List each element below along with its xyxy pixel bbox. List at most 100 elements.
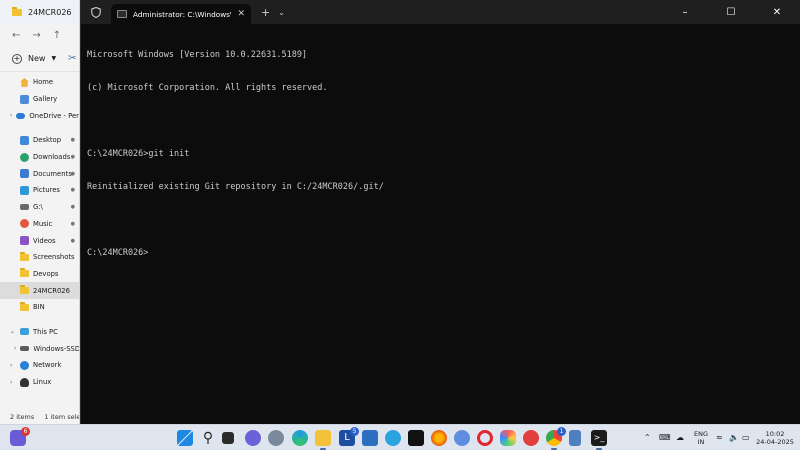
- nav-item-music[interactable]: Music ●: [0, 216, 79, 233]
- chrome-icon[interactable]: 1: [546, 427, 566, 450]
- gallery-icon: [20, 94, 29, 104]
- teams-chat-icon[interactable]: [245, 430, 261, 446]
- folder-icon: [20, 301, 29, 311]
- nav-item-bin[interactable]: BIN: [0, 299, 79, 316]
- tab-administrator[interactable]: Administrator: C:\Windows\Sy ✕: [111, 4, 251, 24]
- opera-icon[interactable]: [477, 430, 493, 446]
- folder-icon: [12, 6, 22, 16]
- chevron-down-icon[interactable]: ⌄: [10, 328, 16, 335]
- selection-count: 1 item selecte: [44, 413, 79, 421]
- telegram-icon[interactable]: [385, 430, 401, 446]
- nav-item-label: Screenshots: [33, 253, 75, 262]
- nav-item-label: Music: [33, 219, 53, 228]
- nav-item-desktop[interactable]: Desktop ●: [0, 132, 79, 149]
- firefox-icon[interactable]: [431, 430, 447, 446]
- nav-item-onedrive[interactable]: › OneDrive - Perso: [0, 107, 79, 124]
- nav-item-label: Documents: [33, 169, 72, 178]
- folder-icon: [20, 268, 29, 278]
- clock-time: 10:02: [765, 430, 785, 438]
- widgets-icon[interactable]: 6: [10, 427, 30, 446]
- app-badge: 5: [350, 427, 359, 436]
- copilot-icon[interactable]: [454, 430, 470, 446]
- minimize-icon[interactable]: –: [662, 0, 708, 24]
- clock-date: 24-04-2025: [756, 438, 794, 446]
- nav-item-home[interactable]: Home: [0, 74, 79, 91]
- up-arrow-icon[interactable]: ↑: [53, 30, 61, 41]
- nav-item-documents[interactable]: Documents ●: [0, 165, 79, 182]
- pin-icon: ●: [70, 204, 75, 211]
- wifi-icon[interactable]: ≈: [716, 433, 723, 442]
- wps-office-icon[interactable]: [523, 430, 539, 446]
- close-tab-icon[interactable]: ✕: [237, 9, 245, 19]
- show-hidden-icons-chevron-icon[interactable]: ⌃: [644, 433, 651, 442]
- nav-item-linux[interactable]: › Linux: [0, 374, 79, 391]
- chevron-right-icon[interactable]: ›: [10, 112, 12, 119]
- explorer-nav-buttons: ← → ↑: [0, 24, 79, 46]
- chevron-down-icon[interactable]: ▼: [51, 55, 56, 62]
- nav-item-24mcr026[interactable]: 24MCR026: [0, 282, 79, 299]
- epic-games-icon[interactable]: [408, 430, 424, 446]
- admin-shield-icon[interactable]: [87, 3, 105, 21]
- nav-item-label: Network: [33, 361, 62, 370]
- explorer-titlebar[interactable]: 24MCR026: [0, 0, 79, 24]
- taskbar: 6 ⚲ L 5 1 >_ ⌃ ⌨ ☁ ENG IN ≈ 🔈 ▭ 10:02 24…: [0, 424, 800, 450]
- pin-icon: ●: [70, 220, 75, 227]
- l-app-icon[interactable]: L 5: [339, 427, 359, 446]
- terminal-icon: [117, 10, 127, 18]
- chevron-right-icon[interactable]: ›: [10, 362, 16, 369]
- store-icon[interactable]: [362, 430, 378, 446]
- pin-icon: ●: [70, 170, 75, 177]
- nav-item-devops[interactable]: Devops: [0, 266, 79, 283]
- nav-item-gallery[interactable]: Gallery: [0, 91, 79, 108]
- nav-item-pictures[interactable]: Pictures ●: [0, 182, 79, 199]
- language-region: IN: [697, 438, 705, 446]
- volume-icon[interactable]: 🔈: [729, 433, 739, 442]
- cut-icon[interactable]: ✂: [68, 53, 76, 64]
- notification-badge: 6: [21, 427, 30, 436]
- explorer-navigation-pane: Home Gallery › OneDrive - Perso Desktop …: [0, 74, 79, 391]
- back-arrow-icon[interactable]: ←: [12, 30, 20, 41]
- nav-item-g-drive[interactable]: G:\ ●: [0, 199, 79, 216]
- keyboard-icon[interactable]: ⌨: [659, 433, 671, 442]
- drive-icon: [20, 204, 29, 211]
- chevron-right-icon[interactable]: ›: [14, 345, 16, 352]
- terminal-output[interactable]: Microsoft Windows [Version 10.0.22631.51…: [81, 24, 800, 285]
- folder-icon: [20, 251, 29, 261]
- onedrive-tray-icon[interactable]: ☁: [676, 433, 684, 442]
- language-indicator[interactable]: ENG IN: [692, 430, 710, 446]
- new-tab-plus-icon[interactable]: +: [261, 6, 270, 19]
- colorful-app-icon[interactable]: [500, 430, 516, 446]
- nav-item-this-pc[interactable]: ⌄ This PC: [0, 324, 79, 341]
- search-icon[interactable]: ⚲: [200, 430, 216, 446]
- terminal-prompt: C:\24MCR026>: [87, 248, 149, 258]
- close-icon[interactable]: ✕: [754, 0, 800, 24]
- chevron-right-icon[interactable]: ›: [10, 379, 16, 386]
- edge-browser-icon[interactable]: [292, 430, 308, 446]
- documents-icon: [20, 169, 29, 179]
- nav-item-network[interactable]: › Network: [0, 357, 79, 374]
- nav-item-label: Desktop: [33, 136, 62, 145]
- pin-icon: ●: [70, 154, 75, 161]
- notepad-icon[interactable]: [569, 430, 581, 446]
- nav-item-downloads[interactable]: Downloads ●: [0, 149, 79, 166]
- pin-icon: ●: [70, 187, 75, 194]
- forward-arrow-icon[interactable]: →: [32, 30, 40, 41]
- clock[interactable]: 10:02 24-04-2025: [755, 430, 795, 446]
- nav-item-label: This PC: [33, 327, 58, 336]
- battery-icon[interactable]: ▭: [742, 433, 750, 442]
- nav-item-videos[interactable]: Videos ●: [0, 232, 79, 249]
- settings-gear-icon[interactable]: [268, 430, 284, 446]
- linux-icon: [20, 377, 29, 387]
- new-button[interactable]: New: [28, 54, 45, 63]
- nav-item-screenshots[interactable]: Screenshots: [0, 249, 79, 266]
- windows-start-icon[interactable]: [177, 430, 193, 446]
- terminal-titlebar[interactable]: Administrator: C:\Windows\Sy ✕ + ⌄ – ☐ ✕: [81, 0, 800, 24]
- terminal-window[interactable]: Administrator: C:\Windows\Sy ✕ + ⌄ – ☐ ✕…: [80, 0, 800, 424]
- task-view-icon[interactable]: [222, 432, 234, 444]
- terminal-taskbar-icon[interactable]: >_: [591, 430, 607, 450]
- file-explorer-icon[interactable]: [315, 430, 331, 450]
- item-count: 2 items: [10, 413, 35, 421]
- nav-item-windows-ssd[interactable]: › Windows-SSD: [0, 340, 79, 357]
- dropdown-chevron-icon[interactable]: ⌄: [278, 8, 285, 17]
- maximize-icon[interactable]: ☐: [708, 0, 754, 24]
